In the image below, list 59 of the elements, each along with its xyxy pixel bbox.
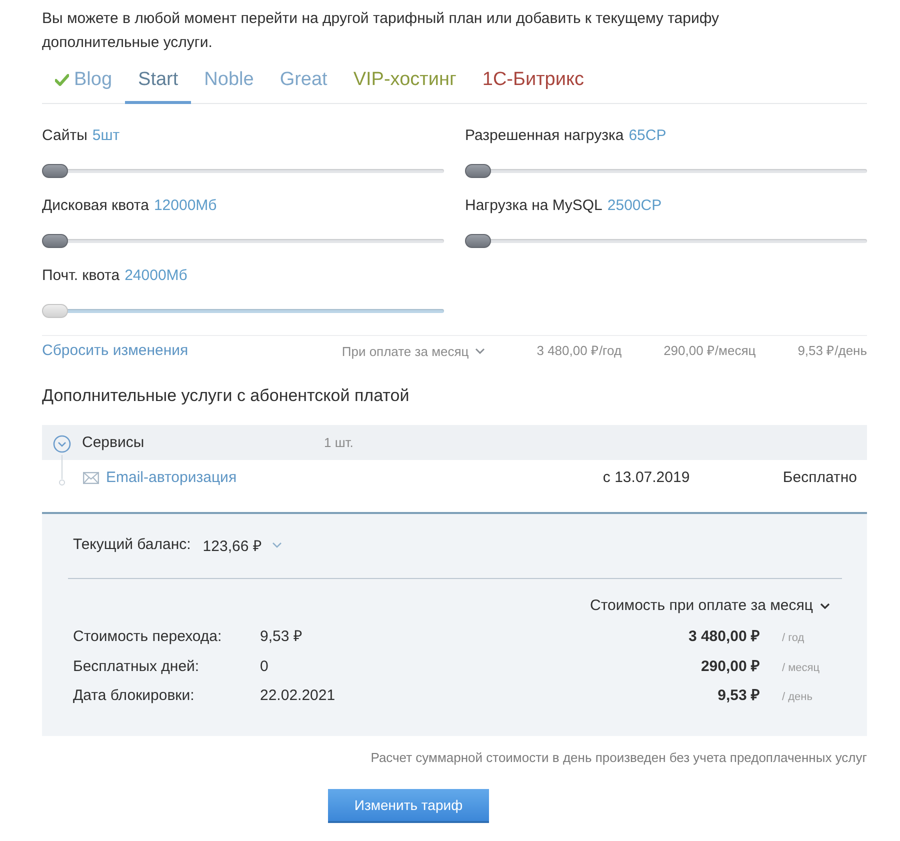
cost-period-dropdown[interactable]: Стоимость при оплате за месяц	[590, 595, 830, 617]
plan-tab[interactable]: Blog	[42, 58, 126, 104]
note-text: Расчет суммарной стоимости в день произведен без учета предоплаченных услуг	[370, 748, 867, 766]
slider-label: Разрешенная нагрузка	[465, 126, 624, 146]
slider-track[interactable]	[42, 164, 444, 178]
price-text: 3 480,00 ₽/год	[536, 342, 622, 360]
group-count: 1 шт.	[324, 435, 354, 450]
slider-thumb[interactable]	[42, 164, 68, 178]
section-heading: Дополнительные услуги с абонентской платой	[42, 385, 410, 407]
slider-label: Дисковая квота	[42, 196, 149, 216]
cost-unit: / год	[781, 631, 806, 646]
chevron-down-icon	[474, 348, 485, 354]
slider-label: Почт. квота	[42, 266, 120, 286]
detail-value: 22.02.2021	[260, 686, 336, 706]
price-text: 290,00 ₽/месяц	[664, 342, 756, 360]
detail-label: Дата блокировки:	[73, 686, 196, 706]
price-text: 9,53 ₽/день	[798, 342, 867, 360]
expand-toggle-icon[interactable]	[53, 434, 71, 452]
envelope-icon	[83, 472, 99, 484]
service-price: Бесплатно	[782, 469, 858, 486]
detail-value: 0	[260, 656, 270, 676]
slider-value: 2500CP	[607, 196, 662, 216]
chevron-down-icon	[272, 542, 282, 548]
slider-value: 5шт	[92, 126, 120, 146]
cost-unit: / день	[781, 690, 814, 705]
detail-label: Стоимость перехода:	[73, 627, 223, 647]
tree-connector	[58, 454, 66, 486]
cost-amount: 290,00 ₽	[700, 656, 761, 676]
cost-amount: 9,53 ₽	[716, 686, 761, 706]
slider-value: 24000Мб	[124, 266, 188, 286]
change-plan-button[interactable]: Изменить тариф	[328, 788, 489, 822]
balance-label: Текущий баланс:	[73, 535, 191, 555]
slider-thumb[interactable]	[42, 234, 68, 248]
detail-value: 9,53 ₽	[260, 627, 304, 647]
slider-label: Нагрузка на MySQL	[465, 196, 602, 216]
detail-label: Бесплатных дней:	[73, 656, 200, 676]
reset-link[interactable]: Сбросить изменения	[42, 341, 342, 361]
slider-label: Сайты	[42, 126, 88, 146]
slider-value: 65CP	[628, 126, 666, 146]
period-dropdown[interactable]: При оплате за месяц	[342, 344, 485, 358]
plan-tab[interactable]: VIP-хостинг	[340, 58, 470, 104]
cost-unit: / месяц	[781, 660, 821, 676]
slider-thumb[interactable]	[465, 234, 491, 248]
service-date: с 13.07.2019	[602, 469, 691, 486]
plan-tab[interactable]: Start	[125, 58, 192, 104]
slider-thumb[interactable]	[465, 164, 491, 178]
plan-tab[interactable]: 1С-Битрикс	[469, 58, 597, 104]
plan-tab[interactable]: Great	[266, 58, 340, 104]
cost-amount: 3 480,00 ₽	[688, 627, 761, 647]
intro-text: Вы можете в любой момент перейти на другой тарифный план или добавить к текущему тарифу дополнительные услуги.	[42, 9, 720, 53]
slider-track[interactable]	[465, 234, 867, 248]
chevron-down-icon	[820, 603, 830, 609]
service-link[interactable]: Email-авторизация	[106, 469, 603, 486]
slider-value: 12000Мб	[154, 196, 217, 216]
slider-track[interactable]	[42, 234, 444, 248]
plan-tab[interactable]: Noble	[191, 58, 267, 104]
group-name: Сервисы	[82, 434, 146, 451]
slider-track[interactable]	[465, 164, 867, 178]
balance-dropdown[interactable]: 123,66 ₽	[202, 535, 282, 555]
